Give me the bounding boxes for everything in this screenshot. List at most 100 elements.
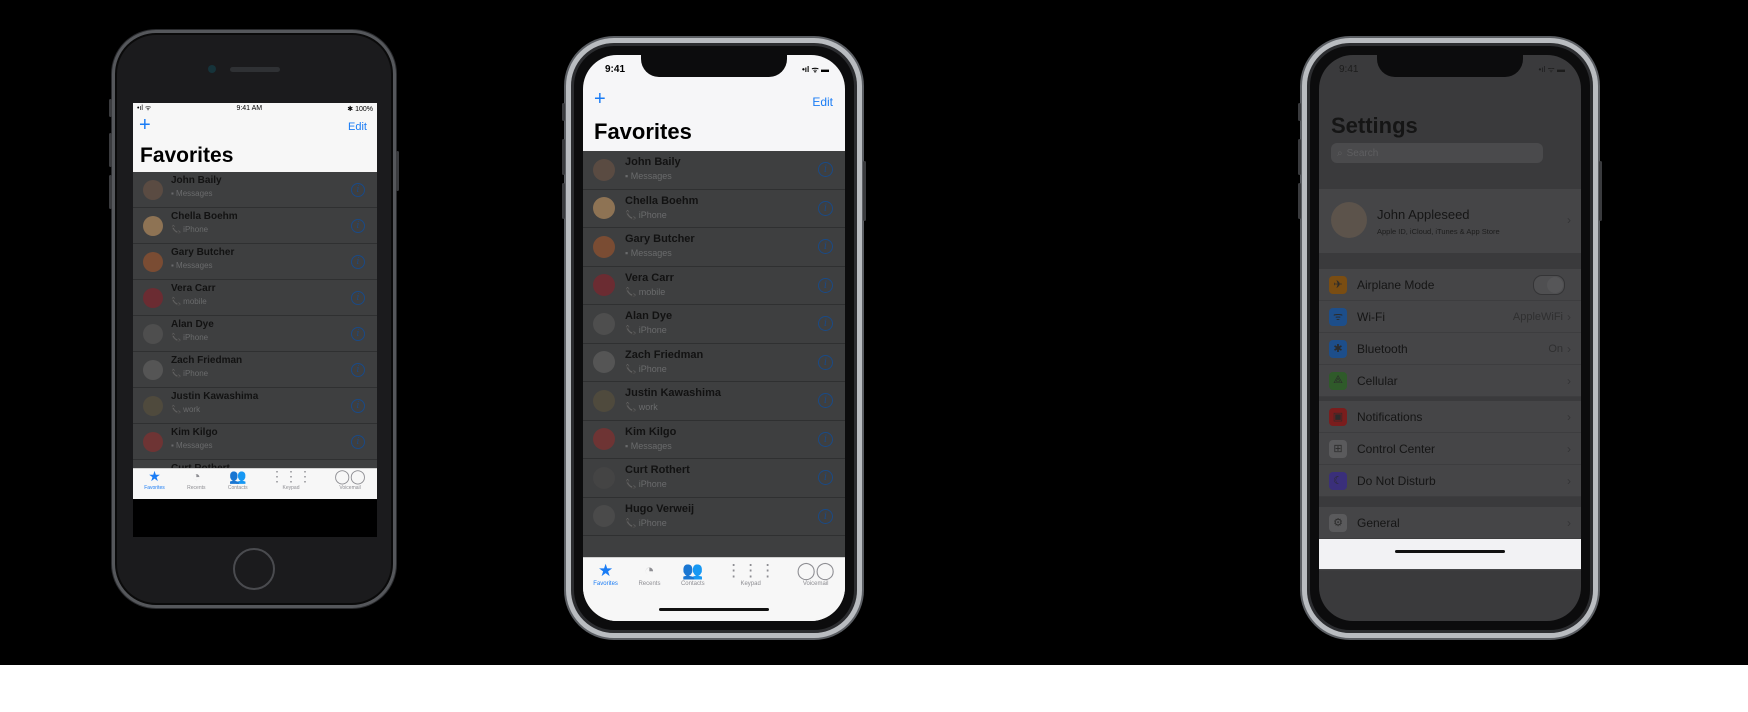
tab-contacts[interactable]: 👥 Contacts (228, 469, 248, 500)
info-icon[interactable]: i (351, 398, 365, 413)
favorite-row[interactable]: Kim Kilgo ▪ Messages i (583, 421, 845, 459)
info-icon[interactable]: i (351, 254, 365, 269)
apple-id-row[interactable]: John Appleseed Apple ID, iCloud, iTunes … (1319, 189, 1581, 253)
tab-label: Favorites (144, 485, 165, 491)
favorite-row[interactable]: Justin Kawashima 📞 work i (133, 388, 377, 424)
info-icon[interactable]: i (351, 290, 365, 305)
info-icon[interactable]: i (351, 218, 365, 233)
favorite-row[interactable]: John Baily ▪ Messages i (583, 151, 845, 190)
tab-recents[interactable]: ◔ Recents (638, 562, 660, 587)
settings-row-general[interactable]: ⚙ General › (1319, 507, 1581, 539)
tab-favorites[interactable]: ★ Favorites (144, 469, 165, 500)
info-icon[interactable]: i (351, 434, 365, 449)
home-indicator[interactable] (659, 608, 769, 611)
tab-favorites[interactable]: ★ Favorites (593, 562, 618, 587)
contact-name: Justin Kawashima (171, 391, 259, 402)
info-icon[interactable]: i (351, 326, 365, 341)
edit-button[interactable]: Edit (812, 95, 833, 109)
clock-icon: ◔ (644, 561, 655, 580)
volume-up-button (109, 133, 112, 167)
contact-avatar (593, 351, 615, 374)
favorite-row[interactable]: Zach Friedman 📞 iPhone i (583, 344, 845, 382)
info-icon[interactable]: i (818, 162, 833, 178)
favorite-row[interactable]: Alan Dye 📞 iPhone i (133, 316, 377, 352)
contact-avatar (593, 389, 615, 412)
info-icon[interactable]: i (818, 239, 833, 255)
mute-switch (1298, 103, 1301, 121)
favorite-row[interactable]: Chella Boehm 📞 iPhone i (133, 208, 377, 244)
contact-label: 📞 work (625, 402, 658, 412)
add-favorite-button[interactable]: + (594, 89, 606, 109)
contact-avatar (593, 312, 615, 335)
contact-avatar (143, 431, 163, 452)
info-icon[interactable]: i (351, 182, 365, 197)
tab-keypad[interactable]: ⋮⋮⋮ Keypad (270, 469, 312, 500)
tab-voicemail[interactable]: ◯◯ Voicemail (797, 562, 835, 587)
favorites-header: + Edit Favorites (133, 114, 377, 172)
info-icon[interactable]: i (818, 470, 833, 486)
favorite-row[interactable]: Kim Kilgo ▪ Messages i (133, 424, 377, 460)
info-icon[interactable]: i (818, 431, 833, 447)
settings-row-cellular[interactable]: ⟁ Cellular › (1319, 365, 1581, 397)
contact-name: Alan Dye (625, 310, 673, 322)
favorite-row[interactable]: Alan Dye 📞 iPhone i (583, 305, 845, 344)
settings-row-airplane-mode[interactable]: ✈ Airplane Mode (1319, 269, 1581, 301)
contact-avatar (593, 158, 615, 181)
notifications-group: ▣ Notifications › ⊞ Control Center › ☾ Do Not D… (1319, 401, 1581, 497)
add-favorite-button[interactable]: + (139, 115, 151, 135)
favorite-row[interactable]: Curt Rothert 📞 iPhone i (583, 459, 845, 498)
setting-label: Control Center (1357, 441, 1436, 456)
info-icon[interactable]: i (818, 393, 833, 409)
contact-name: John Baily (625, 156, 681, 168)
info-icon[interactable]: i (818, 277, 833, 293)
keynote-stage: •ıl ᯤ 9:41 AM ✱ 100% + Edit Favorites Jo… (0, 0, 1748, 665)
keypad-icon: ⋮⋮⋮ (725, 561, 777, 580)
setting-label: Wi-Fi (1357, 309, 1385, 324)
contact-avatar (143, 359, 163, 380)
home-indicator[interactable] (1395, 550, 1505, 553)
favorite-row[interactable]: Chella Boehm 📞 iPhone i (583, 190, 845, 228)
favorite-row[interactable]: Justin Kawashima 📞 work i (583, 382, 845, 421)
contact-label: 📞 iPhone (171, 369, 209, 378)
info-icon[interactable]: i (818, 508, 833, 524)
highlighted-row-backdrop (1319, 539, 1581, 569)
favorite-row[interactable]: Vera Carr 📞 mobile i (583, 267, 845, 305)
settings-row-wi-fi[interactable]: ᯤ Wi-Fi AppleWiFi › (1319, 301, 1581, 333)
contact-avatar (593, 197, 615, 220)
settings-row-do-not-disturb[interactable]: ☾ Do Not Disturb › (1319, 465, 1581, 497)
page-title: Favorites (594, 119, 692, 144)
tab-contacts[interactable]: 👥 Contacts (681, 562, 705, 587)
contact-name: Curt Rothert (625, 464, 690, 476)
search-field[interactable]: ⌕ Search (1331, 143, 1543, 163)
info-icon[interactable]: i (818, 200, 833, 216)
settings-row-bluetooth[interactable]: ✱ Bluetooth On › (1319, 333, 1581, 365)
tab-recents[interactable]: ◔ Recents (187, 469, 205, 500)
airplane-mode-toggle[interactable] (1533, 274, 1565, 295)
favorite-row[interactable]: Vera Carr 📞 mobile i (133, 280, 377, 316)
chevron-right-icon: › (1567, 515, 1571, 530)
info-icon[interactable]: i (818, 354, 833, 370)
contact-name: Kim Kilgo (625, 425, 677, 438)
tab-label: Contacts (227, 485, 248, 491)
settings-row-control-center[interactable]: ⊞ Control Center › (1319, 433, 1581, 465)
status-time: 9:41 (605, 63, 626, 75)
contact-avatar (593, 466, 615, 489)
favorite-row[interactable]: Curt Rotherti (133, 460, 377, 468)
status-time: 9:41 AM (236, 105, 263, 112)
favorite-row[interactable]: John Baily ▪ Messages i (133, 172, 377, 208)
tab-voicemail[interactable]: ◯◯ Voicemail (334, 469, 365, 500)
voicemail-icon: ◯◯ (796, 561, 835, 580)
phone1-screen: •ıl ᯤ 9:41 AM ✱ 100% + Edit Favorites Jo… (133, 103, 377, 537)
home-button[interactable] (233, 548, 275, 590)
settings-row-notifications[interactable]: ▣ Notifications › (1319, 401, 1581, 433)
info-icon[interactable]: i (818, 316, 833, 332)
info-icon[interactable]: i (351, 362, 365, 377)
favorite-row[interactable]: Gary Butcher ▪ Messages i (583, 228, 845, 267)
favorite-row[interactable]: Gary Butcher ▪ Messages i (133, 244, 377, 280)
favorite-row[interactable]: Zach Friedman 📞 iPhone i (133, 352, 377, 388)
tab-keypad[interactable]: ⋮⋮⋮ Keypad (725, 562, 776, 587)
favorite-row[interactable]: Hugo Verweij 📞 iPhone i (583, 498, 845, 536)
side-button (863, 161, 866, 221)
voicemail-icon: ◯◯ (334, 468, 366, 484)
edit-button[interactable]: Edit (348, 121, 367, 133)
